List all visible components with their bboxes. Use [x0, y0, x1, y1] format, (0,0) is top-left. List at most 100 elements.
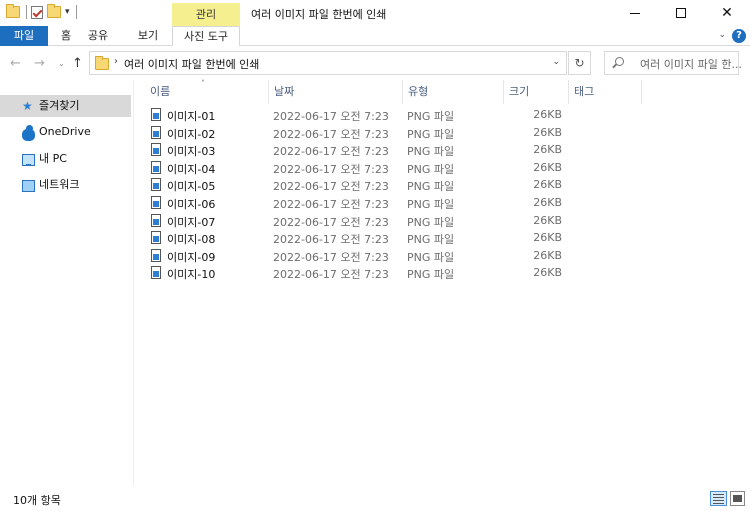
sidebar-item-this-pc[interactable]: 내 PC — [0, 148, 131, 170]
sidebar-item-label: 네트워크 — [39, 178, 80, 191]
file-type: PNG 파일 — [407, 145, 455, 159]
tab-view[interactable]: 보기 — [133, 26, 163, 46]
navigation-bar: ← → ⌄ ↑ › 여러 이미지 파일 한번에 인쇄 ⌄ ↻ 여러 이미지 파일… — [0, 46, 750, 80]
sidebar-item-label: OneDrive — [39, 125, 91, 138]
column-divider[interactable] — [641, 80, 642, 104]
window-controls: ✕ — [612, 0, 750, 26]
file-size: 26KB — [533, 125, 562, 139]
file-size: 26KB — [533, 213, 562, 227]
maximize-button[interactable] — [658, 0, 704, 26]
column-header-tags[interactable]: 태그 — [569, 80, 641, 104]
file-name: 이미지-07 — [167, 215, 216, 229]
file-date: 2022-06-17 오전 7:23 — [273, 127, 389, 141]
png-file-icon — [151, 143, 161, 157]
sidebar-item-onedrive[interactable]: OneDrive — [0, 121, 131, 143]
star-icon: ★ — [22, 99, 33, 113]
tab-picture-tools[interactable]: 사진 도구 — [172, 26, 240, 47]
table-row[interactable]: 이미지-05 2022-06-17 오전 7:23 PNG 파일 26KB — [135, 176, 750, 194]
png-file-icon — [151, 266, 161, 280]
file-type: PNG 파일 — [407, 233, 455, 247]
file-type: PNG 파일 — [407, 215, 455, 229]
search-input[interactable]: 여러 이미지 파일 한... — [604, 51, 742, 75]
table-row[interactable]: 이미지-07 2022-06-17 오전 7:23 PNG 파일 26KB — [135, 212, 750, 230]
table-row[interactable]: 이미지-08 2022-06-17 오전 7:23 PNG 파일 26KB — [135, 229, 750, 247]
file-date: 2022-06-17 오전 7:23 — [273, 197, 389, 211]
file-type: PNG 파일 — [407, 197, 455, 211]
window-title: 여러 이미지 파일 한번에 인쇄 — [251, 8, 387, 21]
context-tab-manage: 관리 — [172, 3, 240, 26]
sidebar-item-favorites[interactable]: ★ 즐겨찾기 — [0, 95, 131, 117]
customize-toolbar-dropdown[interactable]: ▾ — [65, 7, 70, 17]
table-row[interactable]: 이미지-04 2022-06-17 오전 7:23 PNG 파일 26KB — [135, 159, 750, 177]
navigation-pane: ★ 즐겨찾기 OneDrive 내 PC 네트워크 — [0, 80, 134, 485]
sidebar-item-network[interactable]: 네트워크 — [0, 174, 131, 196]
tab-home[interactable]: 홈 — [52, 26, 80, 46]
quick-access-toolbar: ▾ — [6, 4, 77, 19]
file-size: 26KB — [533, 248, 562, 262]
file-type: PNG 파일 — [407, 127, 455, 141]
table-row[interactable]: 이미지-06 2022-06-17 오전 7:23 PNG 파일 26KB — [135, 194, 750, 212]
table-row[interactable]: 이미지-02 2022-06-17 오전 7:23 PNG 파일 26KB — [135, 124, 750, 142]
up-arrow-icon[interactable]: ↑ — [72, 56, 83, 71]
address-dropdown-icon[interactable]: ⌄ — [552, 57, 560, 67]
file-name: 이미지-10 — [167, 268, 216, 282]
address-bar[interactable]: › 여러 이미지 파일 한번에 인쇄 ⌄ — [89, 51, 567, 75]
file-name: 이미지-02 — [167, 127, 216, 141]
status-bar: 10개 항목 — [0, 486, 750, 511]
details-view-icon[interactable] — [710, 491, 727, 506]
column-header-type[interactable]: 유형 — [403, 80, 503, 104]
folder-icon[interactable] — [6, 4, 20, 18]
refresh-button[interactable]: ↻ — [568, 51, 591, 75]
png-file-icon — [151, 195, 161, 209]
file-type: PNG 파일 — [407, 180, 455, 194]
large-icons-view-icon[interactable] — [730, 491, 745, 506]
tab-file[interactable]: 파일 — [0, 26, 48, 46]
item-count: 10개 항목 — [13, 494, 61, 507]
expand-ribbon-icon[interactable]: ⌄ — [718, 30, 726, 40]
tab-share[interactable]: 공유 — [84, 26, 112, 46]
png-file-icon — [151, 125, 161, 139]
toolbar-divider — [75, 5, 77, 19]
close-icon: ✕ — [721, 5, 733, 21]
recent-locations-icon[interactable]: ⌄ — [58, 59, 65, 68]
file-type: PNG 파일 — [407, 250, 455, 264]
png-file-icon — [151, 231, 161, 245]
file-type: PNG 파일 — [407, 268, 455, 282]
file-date: 2022-06-17 오전 7:23 — [273, 233, 389, 247]
back-arrow-icon[interactable]: ← — [10, 56, 21, 71]
file-name: 이미지-01 — [167, 110, 216, 123]
column-header-date[interactable]: 날짜 — [269, 80, 402, 104]
new-folder-icon[interactable] — [47, 4, 61, 18]
file-name: 이미지-09 — [167, 250, 216, 264]
file-size: 26KB — [533, 108, 562, 121]
file-size: 26KB — [533, 178, 562, 192]
breadcrumb-separator-icon[interactable]: › — [114, 56, 118, 67]
table-row[interactable]: 이미지-03 2022-06-17 오전 7:23 PNG 파일 26KB — [135, 141, 750, 159]
close-button[interactable]: ✕ — [704, 0, 750, 26]
file-type: PNG 파일 — [407, 110, 455, 123]
table-row[interactable]: 이미지-01 2022-06-17 오전 7:23 PNG 파일 26KB — [135, 106, 750, 124]
file-name: 이미지-03 — [167, 145, 216, 159]
file-size: 26KB — [533, 266, 562, 280]
sidebar-item-label: 내 PC — [39, 152, 67, 165]
png-file-icon — [151, 178, 161, 192]
table-row[interactable]: 이미지-10 2022-06-17 오전 7:23 PNG 파일 26KB — [135, 264, 750, 282]
minimize-button[interactable] — [612, 0, 658, 26]
png-file-icon — [151, 248, 161, 262]
sidebar-item-label: 즐겨찾기 — [39, 99, 80, 112]
png-file-icon — [151, 160, 161, 174]
file-name: 이미지-04 — [167, 162, 216, 176]
column-header-name[interactable]: 이름 — [145, 80, 268, 104]
forward-arrow-icon[interactable]: → — [34, 56, 45, 71]
column-header-size[interactable]: 크기 — [504, 80, 568, 104]
file-list: ˄ 이름 날짜 유형 크기 태그 이미지-01 2022-06-17 오전 7:2… — [135, 79, 750, 485]
breadcrumb-current-folder[interactable]: 여러 이미지 파일 한번에 인쇄 — [124, 56, 259, 72]
cloud-icon — [22, 125, 35, 141]
pc-icon — [22, 154, 35, 166]
refresh-icon: ↻ — [574, 56, 585, 70]
properties-icon[interactable] — [31, 5, 43, 19]
file-date: 2022-06-17 오전 7:23 — [273, 268, 389, 282]
search-placeholder: 여러 이미지 파일 한... — [640, 58, 742, 71]
table-row[interactable]: 이미지-09 2022-06-17 오전 7:23 PNG 파일 26KB — [135, 247, 750, 265]
help-icon[interactable]: ? — [732, 29, 746, 43]
